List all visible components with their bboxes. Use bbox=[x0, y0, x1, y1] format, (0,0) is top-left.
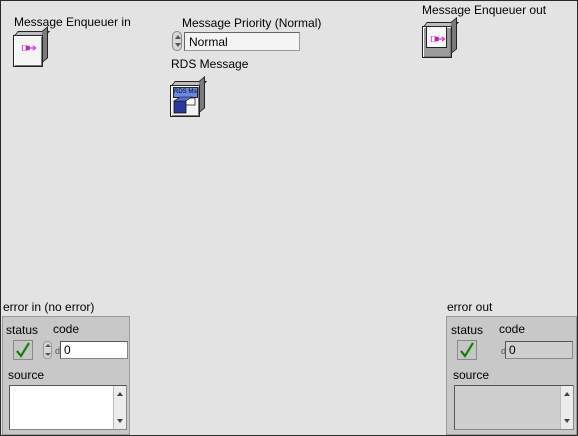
rds-message-label: RDS Message bbox=[171, 57, 249, 71]
rds-message-control[interactable]: RDS Msg bbox=[170, 75, 208, 117]
error-in-status-checkbox[interactable] bbox=[13, 340, 33, 360]
scroll-up-icon[interactable] bbox=[117, 392, 123, 396]
error-in-label: error in (no error) bbox=[3, 300, 95, 314]
class-wire-icon bbox=[430, 36, 446, 42]
error-in-source-label: source bbox=[8, 368, 45, 382]
priority-ring-arrows[interactable] bbox=[172, 31, 182, 51]
error-out-status-indicator bbox=[457, 340, 477, 360]
scroll-down-icon[interactable] bbox=[564, 419, 570, 423]
rds-envelope-icon bbox=[173, 96, 196, 114]
error-in-code-label: code bbox=[53, 322, 80, 336]
scroll-down-icon[interactable] bbox=[117, 419, 123, 423]
front-panel: Message Enqueuer in Message Priority (No… bbox=[0, 0, 578, 436]
error-in-cluster: status code d 0 source bbox=[2, 316, 130, 435]
priority-ring[interactable]: Normal bbox=[184, 32, 300, 51]
error-out-code-field: 0 bbox=[505, 341, 573, 359]
error-in-code-increment[interactable] bbox=[43, 341, 52, 359]
error-out-cluster: status code d 0 source bbox=[446, 316, 577, 435]
error-out-label: error out bbox=[447, 300, 493, 314]
error-out-source-label: source bbox=[453, 368, 490, 382]
error-out-source-field bbox=[454, 385, 574, 430]
error-out-status-label: status bbox=[451, 323, 484, 337]
error-out-code-label: code bbox=[499, 322, 526, 336]
enqueuer-out-indicator bbox=[422, 16, 460, 58]
enqueuer-in-label: Message Enqueuer in bbox=[14, 15, 131, 29]
check-icon bbox=[16, 342, 30, 358]
enqueuer-out-label: Message Enqueuer out bbox=[422, 3, 547, 17]
class-wire-icon bbox=[21, 45, 37, 51]
enqueuer-in-control[interactable] bbox=[13, 25, 51, 67]
error-in-status-label: status bbox=[6, 323, 39, 337]
priority-label: Message Priority (Normal) bbox=[182, 16, 322, 30]
check-icon bbox=[460, 342, 474, 358]
error-out-source-scrollbar[interactable] bbox=[560, 386, 573, 429]
scroll-up-icon[interactable] bbox=[564, 392, 570, 396]
error-in-code-field[interactable]: 0 bbox=[60, 341, 128, 359]
error-in-source-scrollbar[interactable] bbox=[113, 386, 126, 429]
error-in-source-field[interactable] bbox=[9, 385, 127, 430]
